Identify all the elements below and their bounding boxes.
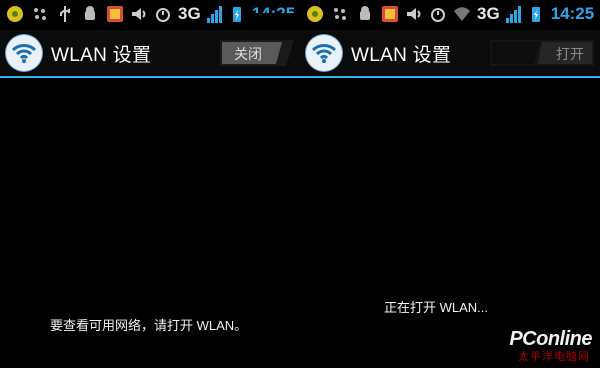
alarm-icon — [156, 8, 170, 22]
status-time: 14:25 — [550, 4, 595, 23]
action-bar: WLAN 设置 打开 — [300, 30, 600, 76]
toggle-label: 关闭 — [234, 46, 262, 62]
usb-icon — [60, 6, 70, 22]
header-divider — [0, 76, 300, 78]
android-icon — [85, 6, 95, 20]
toggle-label: 打开 — [556, 46, 584, 62]
header-divider — [300, 76, 600, 78]
status-bar: 3G 14:25 — [0, 0, 300, 28]
wlan-turning-on-message: 正在打开 WLAN... — [384, 300, 489, 315]
status-time: 14:25 — [251, 4, 296, 23]
signal-icon — [505, 5, 521, 23]
network-type: 3G — [178, 4, 201, 23]
wlan-toggle[interactable]: 关闭 — [220, 40, 294, 66]
ellipsis-icon — [334, 8, 346, 20]
wlan-toggle[interactable]: 打开 — [490, 40, 594, 66]
notification-icon — [307, 6, 323, 22]
ellipsis-icon — [34, 8, 46, 20]
gallery-icon — [382, 6, 398, 22]
gallery-icon — [107, 6, 123, 22]
status-bar: 3G 14:25 — [300, 0, 600, 28]
watermark-subtitle: 太平洋电脑网 — [518, 351, 590, 363]
battery-icon — [531, 7, 540, 22]
wifi-icon — [454, 7, 470, 21]
network-type: 3G — [477, 4, 500, 23]
page-title: WLAN 设置 — [51, 44, 152, 66]
page-title: WLAN 设置 — [351, 44, 452, 66]
watermark-logo: PConline 太平洋电脑网 — [474, 318, 592, 364]
wifi-icon — [6, 35, 42, 71]
wifi-icon — [306, 35, 342, 71]
wlan-off-message: 要查看可用网络，请打开 WLAN。 — [50, 318, 248, 333]
action-bar: WLAN 设置 关闭 — [0, 30, 300, 76]
screen-left: 3G 14:25 WLAN 设置 关闭 要查看可用网络，请打开 WLAN。 — [0, 0, 300, 368]
android-icon — [360, 6, 370, 20]
signal-icon — [206, 5, 222, 23]
battery-icon — [232, 7, 241, 22]
volume-icon — [132, 8, 146, 20]
screen-right: 3G 14:25 WLAN 设置 打开 正在打开 WLAN... — [300, 0, 600, 368]
alarm-icon — [431, 8, 445, 22]
volume-icon — [407, 8, 421, 20]
notification-icon — [7, 6, 23, 22]
